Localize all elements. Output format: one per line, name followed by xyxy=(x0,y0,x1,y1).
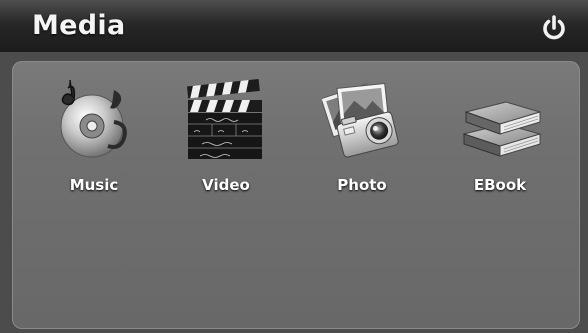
menu-item-music[interactable]: Music xyxy=(46,76,142,196)
music-disc-icon xyxy=(60,79,127,158)
page-title: Media xyxy=(32,10,126,41)
menu-item-label: Video xyxy=(202,176,250,194)
books-icon xyxy=(462,101,542,157)
power-button[interactable] xyxy=(539,13,569,43)
menu-item-label: EBook xyxy=(473,176,527,194)
clapperboard-icon xyxy=(186,78,262,159)
menu-item-label: Photo xyxy=(337,176,387,194)
menu-item-photo[interactable]: Photo xyxy=(314,76,410,196)
power-icon xyxy=(543,15,565,40)
menu-item-ebook[interactable]: EBook xyxy=(452,76,548,196)
menu-item-label: Music xyxy=(69,176,119,194)
menu-item-video[interactable]: Video xyxy=(178,76,274,196)
camera-photos-icon xyxy=(322,82,399,158)
title-bar: Media xyxy=(0,0,588,52)
media-panel: Music Video Photo EBook xyxy=(12,61,580,329)
